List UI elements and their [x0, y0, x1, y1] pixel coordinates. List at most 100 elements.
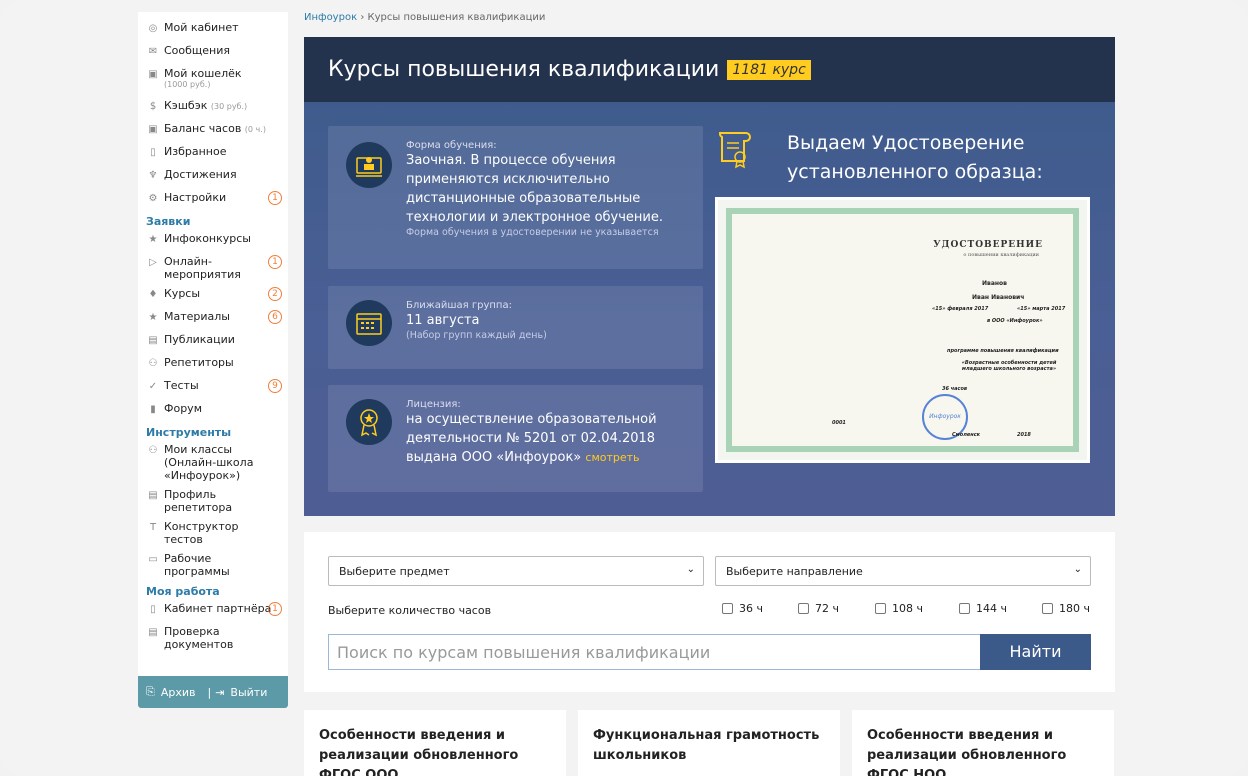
page-title: Курсы повышения квалификации	[328, 57, 720, 82]
classes-icon: ⚇	[148, 445, 158, 456]
scroll-icon	[714, 129, 756, 173]
license-card: Лицензия: на осуществление образовательн…	[328, 385, 703, 492]
hero-header: Курсы повышения квалификации 1181 курс	[304, 37, 1115, 102]
sidebar-item-courses[interactable]: ♦ Курсы 2	[138, 284, 288, 307]
hours-checkbox-144[interactable]: 144 ч	[959, 602, 1007, 615]
hero-banner: Курсы повышения квалификации 1181 курс Ф…	[304, 37, 1115, 516]
publication-icon: ▤	[148, 335, 158, 346]
cert-heading: УДОСТОВЕРЕНИЕ	[933, 240, 1043, 250]
cert-program: программе повышения квалификации	[947, 348, 1059, 354]
group-date: 11 августа	[406, 313, 480, 328]
bookmark-icon: ▯	[150, 147, 156, 158]
notification-badge: 1	[268, 602, 282, 616]
text-icon: T	[149, 522, 157, 533]
sidebar-item-doc-check[interactable]: ▤ Проверка документов	[138, 622, 288, 654]
course-card[interactable]: Особенности введения и реализации обновл…	[852, 710, 1114, 776]
user-icon: ◎	[148, 23, 158, 34]
mail-icon: ✉	[148, 46, 158, 57]
sidebar-item-cashback[interactable]: $ Кэшбэк (30 руб.)	[138, 96, 288, 119]
hours-checkbox-72[interactable]: 72 ч	[798, 602, 839, 615]
sidebar-item-messages[interactable]: ✉ Сообщения	[138, 41, 288, 64]
notification-badge: 1	[268, 255, 282, 269]
sidebar-item-partner[interactable]: ▯ Кабинет партнёра 1	[138, 599, 288, 622]
form-hint: Форма обучения в удостоверении не указыв…	[406, 227, 659, 238]
direction-select[interactable]: Выберите направление ⌄	[715, 556, 1091, 586]
graduation-icon: ♦	[148, 289, 158, 300]
hours-checkbox-180[interactable]: 180 ч	[1042, 602, 1090, 615]
sidebar-item-tutor-profile[interactable]: ▤ Профиль репетитора	[138, 485, 288, 517]
sidebar-bottom-bar: ⎘ Архив | ⇥ Выйти	[138, 676, 288, 708]
sidebar-item-infocontests[interactable]: ★ Инфоконкурсы	[138, 229, 288, 252]
sidebar-item-online-events[interactable]: ▷ Онлайн-мероприятия 1	[138, 252, 288, 284]
course-card[interactable]: Особенности введения и реализации обновл…	[304, 710, 566, 776]
cert-program-name: «Возрастные особенности детей младшего ш…	[961, 360, 1057, 372]
sidebar-item-cabinet[interactable]: ◎ Мой кабинет	[138, 18, 288, 41]
doc-check-icon: ▤	[148, 627, 158, 638]
divider: |	[207, 685, 212, 699]
check-icon: ✓	[148, 381, 158, 392]
notification-badge: 6	[268, 310, 282, 324]
document-icon: ▯	[150, 604, 156, 615]
cert-subheading: о повышении квалификации	[963, 252, 1039, 258]
filter-panel: Выберите предмет ⌄ Выберите направление ⌄ …	[304, 532, 1115, 692]
search-button[interactable]: Найти	[980, 634, 1091, 670]
archive-icon: ⎘	[146, 685, 155, 698]
sidebar-item-forum[interactable]: ▮ Форум	[138, 399, 288, 422]
group-hint: (Набор групп каждый день)	[406, 330, 547, 341]
logout-button[interactable]: Выйти	[230, 686, 267, 699]
hours-checkbox-36[interactable]: 36 ч	[722, 602, 763, 615]
breadcrumb-current: Курсы повышения квалификации	[367, 12, 546, 23]
certificate-image[interactable]: УДОСТОВЕРЕНИЕ о повышении квалификации И…	[715, 197, 1090, 463]
profile-icon: ▤	[148, 490, 158, 501]
play-icon: ▷	[149, 257, 157, 268]
people-icon: ⚇	[148, 358, 158, 369]
wallet-icon: ▣	[148, 69, 158, 80]
star-icon: ★	[148, 234, 158, 245]
sidebar-item-hours[interactable]: ▣ Баланс часов (0 ч.)	[138, 119, 288, 142]
sidebar-item-tutors[interactable]: ⚇ Репетиторы	[138, 353, 288, 376]
search-input[interactable]: Поиск по курсам повышения квалификации	[328, 634, 980, 670]
sidebar-item-my-classes[interactable]: ⚇ Мои классы (Онлайн-школа «Инфоурок»)	[138, 440, 288, 485]
sidebar: ◎ Мой кабинет ✉ Сообщения ▣ Мой кошелёк (100…	[138, 12, 288, 708]
calendar-icon: ▭	[148, 554, 158, 565]
breadcrumb-home-link[interactable]: Инфоурок	[304, 12, 357, 23]
sidebar-item-test-builder[interactable]: T Конструктор тестов	[138, 517, 288, 549]
archive-button[interactable]: Архив	[161, 686, 196, 699]
gear-icon: ⚙	[148, 193, 158, 204]
cert-year: 2018	[1017, 432, 1031, 438]
breadcrumb-separator: ›	[360, 12, 365, 23]
hours-checkbox-108[interactable]: 108 ч	[875, 602, 923, 615]
certificate-title: Выдаем Удостоверение установленного обра…	[787, 132, 1043, 183]
subject-select[interactable]: Выберите предмет ⌄	[328, 556, 704, 586]
cert-org: в ООО «Инфоурок»	[987, 318, 1043, 324]
page: ◎ Мой кабинет ✉ Сообщения ▣ Мой кошелёк (100…	[0, 0, 1248, 776]
cert-from: «15» февраля 2017	[932, 306, 989, 312]
cert-hours: 36 часов	[942, 386, 968, 392]
computer-user-icon	[346, 142, 392, 188]
cert-reg-number: 0001	[832, 420, 846, 426]
sidebar-item-achievements[interactable]: ♆ Достижения	[138, 165, 288, 188]
cert-city: Смоленск	[952, 432, 981, 438]
sidebar-item-publications[interactable]: ▤ Публикации	[138, 330, 288, 353]
chevron-down-icon: ⌄	[686, 564, 695, 575]
breadcrumb: Инфоурок › Курсы повышения квалификации	[304, 12, 545, 23]
section-my-work: Моя работа	[146, 585, 220, 598]
sidebar-item-settings[interactable]: ⚙ Настройки 1	[138, 188, 288, 211]
form-of-study-card: Форма обучения: Заочная. В процессе обуч…	[328, 126, 703, 269]
sidebar-item-materials[interactable]: ★ Материалы 6	[138, 307, 288, 330]
sidebar-item-work-programs[interactable]: ▭ Рабочие программы	[138, 549, 288, 581]
sidebar-item-wallet[interactable]: ▣ Мой кошелёк (1000 руб.)	[138, 64, 288, 96]
sidebar-item-tests[interactable]: ✓ Тесты 9	[138, 376, 288, 399]
form-caption: Форма обучения:	[406, 140, 497, 151]
cert-to: «15» марта 2017	[1017, 306, 1066, 312]
license-view-link[interactable]: смотреть	[585, 451, 639, 464]
logout-icon: ⇥	[215, 685, 225, 699]
sidebar-item-favorites[interactable]: ▯ Избранное	[138, 142, 288, 165]
course-count-badge: 1181 курс	[727, 59, 811, 80]
notification-badge: 9	[268, 379, 282, 393]
next-group-card: Ближайшая группа: 11 августа (Набор груп…	[328, 286, 703, 369]
hours-icon: ▣	[148, 124, 158, 135]
course-card[interactable]: Функциональная грамотность школьников	[578, 710, 840, 776]
award-icon	[346, 399, 392, 445]
star-icon: ★	[148, 312, 158, 323]
